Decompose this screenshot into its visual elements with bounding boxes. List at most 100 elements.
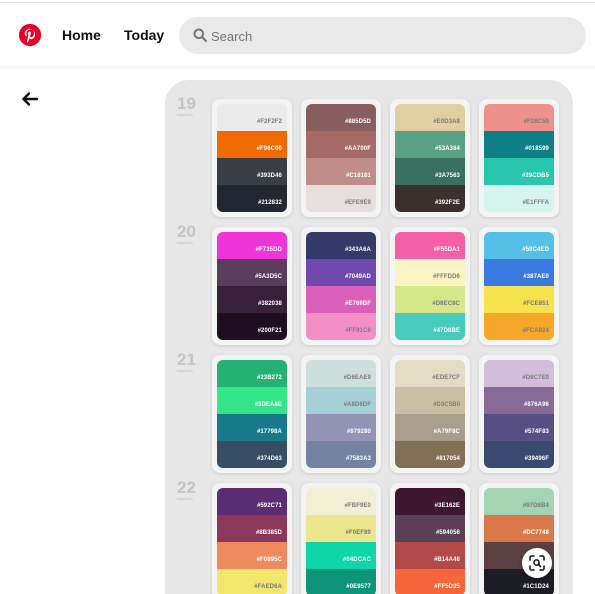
palette-card: #E0D3A8 #53A384 #3A7563 #392F2E <box>390 99 470 217</box>
back-arrow-icon[interactable] <box>20 89 40 109</box>
hex-code-label: #FAED6A <box>254 584 282 590</box>
hex-code-label: #817054 <box>435 456 460 462</box>
palette-swatches: #592C71 #8B385D #F0895C #FAED6A <box>217 488 287 594</box>
palette-swatches: #23B272 #3DEA8E #17798A #374D63 <box>217 360 287 468</box>
hex-code-label: #FFFDD6 <box>432 274 460 280</box>
hex-code-label: #F2F2F2 <box>256 119 282 125</box>
day-number: 22 <box>177 478 196 497</box>
hex-code-label: #B14A48 <box>433 557 460 563</box>
color-swatch: #EFE9E9 <box>306 185 376 212</box>
hex-code-label: #7049AD <box>344 274 371 280</box>
color-swatch: #3E162E <box>395 488 465 515</box>
color-swatch: #D9C7E0 <box>484 360 554 387</box>
pinterest-logo-icon[interactable] <box>19 24 41 46</box>
color-swatch: #382038 <box>217 286 287 313</box>
palette-card: #23B272 #3DEA8E #17798A #374D63 <box>212 355 292 473</box>
color-swatch: #53A384 <box>395 131 465 158</box>
hex-code-label: #574F83 <box>524 429 549 435</box>
color-swatch: #FBF9E0 <box>306 488 376 515</box>
color-swatch: #5A3D5C <box>217 259 287 286</box>
day-underline <box>177 498 193 500</box>
palette-swatches: #97D8B4 #DC7748 #1C1D24 <box>484 488 554 594</box>
palette-swatches: #3E162E #594056 #B14A48 #FF5D35 <box>395 488 465 594</box>
color-swatch: #817054 <box>395 441 465 468</box>
palette-swatches: #F2F2F2 #F96C00 #393D46 #212832 <box>217 104 287 212</box>
day-number: 19 <box>177 94 196 113</box>
color-swatch: #17798A <box>217 414 287 441</box>
hex-code-label: #374D63 <box>256 456 282 462</box>
color-swatch: #200F21 <box>217 313 287 340</box>
hex-code-label: #1C1D24 <box>522 584 549 590</box>
hex-code-label: #979280 <box>346 429 371 435</box>
hex-code-label: #200F21 <box>257 328 282 334</box>
color-swatch: #C18181 <box>306 158 376 185</box>
palette-swatches: #D6EAE9 #A8D6DF #979280 #7583A3 <box>306 360 376 468</box>
color-swatch: #FF5D35 <box>395 569 465 594</box>
palette-card: #885D5D #AA700F #C18181 #EFE9E9 <box>301 99 381 217</box>
day-underline <box>177 242 193 244</box>
hex-code-label: #FF5D35 <box>434 584 460 590</box>
palette-card: #343A6A #7049AD #E769BF #FF91C6 <box>301 227 381 345</box>
hex-code-label: #47D0BE <box>433 328 460 334</box>
header-shadow <box>0 66 595 70</box>
color-swatch: #FF91C6 <box>306 313 376 340</box>
visual-search-button[interactable] <box>522 548 552 578</box>
hex-code-label: #AA700F <box>344 146 371 152</box>
hex-code-label: #8B385D <box>255 530 282 536</box>
day-underline <box>177 114 193 116</box>
color-swatch: #0E9577 <box>306 569 376 594</box>
palette-card: #F28C59 #018599 #29CDB5 #E1FFFA <box>479 99 559 217</box>
color-swatch: #592C71 <box>217 488 287 515</box>
palette-swatches: #343A6A #7049AD #E769BF #FF91C6 <box>306 232 376 340</box>
color-swatch: #E769BF <box>306 286 376 313</box>
palette-card: #EDE7CF #D3C5B0 #A79F8C #817054 <box>390 355 470 473</box>
color-swatch: #F96C00 <box>217 131 287 158</box>
search-icon <box>193 28 207 42</box>
hex-code-label: #594056 <box>435 530 460 536</box>
palette-swatches: #EDE7CF #D3C5B0 #A79F8C #817054 <box>395 360 465 468</box>
color-swatch: #F55DA1 <box>395 232 465 259</box>
day-number: 21 <box>177 350 196 369</box>
hex-code-label: #FF91C6 <box>345 328 371 334</box>
color-swatch: #3DEA8E <box>217 387 287 414</box>
color-swatch: #393D46 <box>217 158 287 185</box>
nav-home-link[interactable]: Home <box>62 27 101 43</box>
day-number: 20 <box>177 222 196 241</box>
color-swatch: #39496F <box>484 441 554 468</box>
hex-code-label: #FBF9E0 <box>344 503 371 509</box>
color-swatch: #FCA924 <box>484 313 554 340</box>
color-swatch: #018599 <box>484 131 554 158</box>
hex-code-label: #97D8B4 <box>522 503 549 509</box>
palette-swatches: #59C4ED #387AE0 #FCE851 #FCA924 <box>484 232 554 340</box>
palette-card: #F735DD #5A3D5C #382038 #200F21 <box>212 227 292 345</box>
color-swatch: #59C4ED <box>484 232 554 259</box>
hex-code-label: #EFE9E9 <box>344 200 371 206</box>
color-swatch: #04DCAC <box>306 542 376 569</box>
hex-code-label: #E1FFFA <box>522 200 549 206</box>
palette-card: #FBF9E0 #F0EF89 #04DCAC #0E9577 <box>301 483 381 594</box>
color-swatch: #F2F2F2 <box>217 104 287 131</box>
color-swatch: #A79F8C <box>395 414 465 441</box>
color-swatch: #7583A3 <box>306 441 376 468</box>
color-swatch: #F28C59 <box>484 104 554 131</box>
color-swatch: #B14A48 <box>395 542 465 569</box>
nav-today-link[interactable]: Today <box>124 27 164 43</box>
search-input[interactable] <box>211 26 571 46</box>
color-swatch: #AA700F <box>306 131 376 158</box>
pin-image-color-palettes[interactable]: 19 #F2F2F2 #F96C00 #393D46 #212832 #885D5D #AA… <box>165 80 573 594</box>
hex-code-label: #212832 <box>257 200 282 206</box>
color-swatch: #FAED6A <box>217 569 287 594</box>
color-swatch: #D6EAE9 <box>306 360 376 387</box>
color-swatch: #D3C5B0 <box>395 387 465 414</box>
hex-code-label: #3E162E <box>434 503 460 509</box>
hex-code-label: #392F2E <box>434 200 460 206</box>
palette-card: #D9C7E0 #876A96 #574F83 #39496F <box>479 355 559 473</box>
hex-code-label: #7583A3 <box>345 456 371 462</box>
hex-code-label: #387AE0 <box>523 274 549 280</box>
color-swatch: #97D8B4 <box>484 488 554 515</box>
visual-search-icon <box>529 555 545 571</box>
color-swatch: #387AE0 <box>484 259 554 286</box>
hex-code-label: #17798A <box>256 429 282 435</box>
hex-code-label: #A8D6DF <box>343 402 371 408</box>
hex-code-label: #592C71 <box>256 503 282 509</box>
